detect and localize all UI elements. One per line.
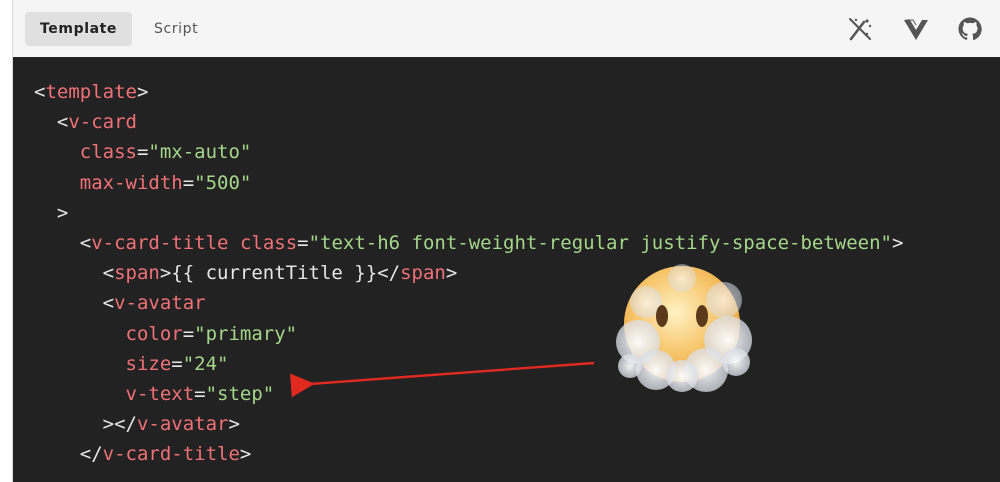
code-line: v-text="step" [34, 379, 275, 409]
code-token-punct [228, 232, 239, 254]
code-token-punct: < [34, 111, 69, 134]
code-token-punct: > [445, 262, 458, 285]
code-line: class="mx-auto" [34, 137, 252, 167]
code-token-punct: = [136, 141, 149, 164]
code-token-tag: v-avatar [136, 413, 229, 436]
code-token-punct: = [182, 322, 195, 345]
code-token-tag: v-avatar [114, 292, 206, 315]
code-line: </v-card-title> [34, 439, 252, 469]
magic-wand-icon[interactable] [845, 14, 875, 44]
code-token-punct: > [228, 413, 240, 436]
code-token-punct: >{{ currentTitle }}</ [159, 262, 401, 285]
code-token-attr: color [34, 322, 183, 345]
code-token-tag: span [400, 262, 446, 285]
code-token-punct: ></ [34, 413, 137, 436]
code-token-tag: v-card-title [91, 232, 229, 254]
code-token-attr: size [34, 352, 172, 375]
code-token-punct: > [891, 232, 904, 254]
code-toolbar: Template Script [13, 0, 1000, 57]
code-line: <template> [34, 77, 148, 107]
code-token-str: "mx-auto" [148, 141, 252, 164]
code-token-punct: < [34, 292, 115, 315]
face-in-clouds-emoji [616, 264, 752, 392]
code-token-punct: = [297, 232, 309, 254]
code-token-punct: = [182, 171, 195, 194]
code-line: <span>{{ currentTitle }}</span> [34, 258, 458, 288]
code-token-str: "500" [194, 171, 252, 194]
code-token-attr: max-width [34, 171, 183, 194]
code-line: color="primary" [34, 319, 298, 349]
code-line: ></v-avatar> [34, 409, 240, 439]
tab-template[interactable]: Template [25, 12, 133, 46]
code-token-attr: class [34, 141, 137, 164]
code-token-punct: < [34, 232, 92, 254]
code-line: <v-card [34, 107, 137, 137]
code-token-punct: < [34, 81, 46, 103]
code-token-str: "step" [205, 383, 275, 405]
code-token-str: "primary" [194, 322, 298, 345]
code-token-tag: template [45, 81, 137, 103]
code-token-tag: v-card [68, 111, 137, 134]
code-token-attr: v-text [34, 383, 195, 405]
code-line: <v-avatar [34, 288, 206, 318]
code-line: > [34, 198, 68, 228]
code-example-panel: Template Script <template> <v-card class… [12, 0, 1000, 482]
code-token-attr: class [239, 232, 298, 254]
code-line: size="24" [34, 349, 229, 379]
code-line: <v-card-title class="text-h6 font-weight… [34, 228, 904, 258]
code-token-punct: = [194, 383, 206, 405]
github-icon[interactable] [955, 14, 985, 44]
code-token-punct: < [34, 262, 115, 285]
code-token-tag: v-card-title [102, 443, 240, 466]
code-token-str: "text-h6 font-weight-regular justify-spa… [308, 232, 892, 254]
code-token-punct: = [171, 352, 183, 375]
tab-script[interactable]: Script [139, 12, 213, 46]
code-token-punct: > [136, 81, 149, 103]
code-token-punct: > [34, 201, 69, 224]
vuetify-icon[interactable] [901, 14, 931, 44]
code-token-punct: </ [34, 443, 103, 466]
code-editor: <template> <v-card class="mx-auto" max-w… [13, 57, 1000, 482]
code-token-str: "24" [182, 352, 229, 375]
code-token-punct: > [239, 443, 252, 466]
code-line: max-width="500" [34, 168, 252, 198]
code-token-tag: span [114, 262, 160, 285]
